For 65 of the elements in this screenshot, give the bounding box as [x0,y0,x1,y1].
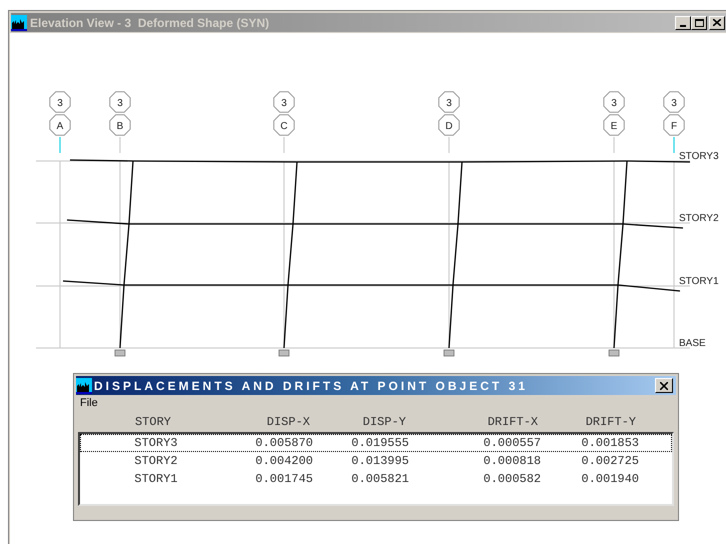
grid-bubble [438,114,460,136]
table-row[interactable]: STORY2 0.004200 0.013995 0.000818 0.002725 [80,452,672,470]
close-icon [713,19,721,26]
grid-bubble [273,91,295,113]
grid-bubble-label: F [670,121,678,132]
window-title: Elevation View - 3 Deformed Shape (SYN) [30,14,270,32]
story-label: BASE [679,338,706,349]
story-label: STORY2 [679,213,719,224]
story-label: STORY1 [679,276,719,287]
table-cell-text: 0.005821 [350,471,409,488]
table-row[interactable]: STORY1 0.001745 0.005821 0.000582 0.001940 [80,470,672,488]
table-cell-text: 0.013995 [350,453,409,470]
grid-bubble-number: 3 [611,98,617,109]
menu-item[interactable]: File [80,395,98,412]
grid-bubble-number: 3 [117,98,123,109]
grid-bubble [273,114,295,136]
table-cell-text: STORY3 [133,435,179,452]
column-header: DRIFT-Y [584,414,636,431]
table-cell-text: 0.002725 [580,453,639,470]
grid-bubble-label: E [610,121,618,132]
table-row[interactable]: STORY3 0.005870 0.019555 0.000557 0.001853 [80,434,672,452]
table-cell-text: 0.005870 [254,435,313,452]
minimize-icon [680,24,686,26]
grid-tick [448,136,450,154]
grid-bubble [438,91,460,113]
grid-bubble-number: 3 [281,98,287,109]
table-cell-text: 0.000582 [482,471,541,488]
grid-bubble [603,91,625,113]
close-button[interactable] [709,16,725,30]
story-label: STORY3 [679,151,719,162]
maximize-icon [694,18,704,26]
grid-bubble [663,114,685,136]
table-cell-text: 0.001853 [580,435,639,452]
table-cell-text: 0.000818 [482,453,541,470]
column-header: STORY [134,414,172,431]
close-button[interactable] [655,378,673,393]
grid-bubble [49,114,71,136]
app-logo-icon [11,14,27,30]
maximize-button[interactable] [691,16,707,30]
table-cell-text: STORY2 [133,453,179,470]
column-header: DISP-Y [362,414,406,431]
table-cell-text: 0.004200 [254,453,313,470]
grid-bubble-number: 3 [57,98,63,109]
grid-bubble [109,91,131,113]
grid-bubble [603,114,625,136]
grid-bubble-number: 3 [446,98,452,109]
dialog-title: DISPLACEMENTS AND DRIFTS AT POINT OBJECT 31 [94,378,528,394]
grid-bubble [663,91,685,113]
app-logo-icon [76,378,92,394]
grid-bubble-number: 3 [671,98,677,109]
grid-bubble-label: D [445,121,453,132]
grid-bubble-label: B [116,121,124,132]
grid-bubble-label: C [280,121,288,132]
column-header: DISP-X [266,414,310,431]
table-cell-text: STORY1 [133,471,179,488]
minimize-button[interactable] [675,16,691,30]
table-cell-text: 0.019555 [350,435,409,452]
table-cell-text: 0.001940 [580,471,639,488]
column-header: DRIFT-X [486,414,538,431]
grid-bubble [109,114,131,136]
table-cell-text: 0.000557 [482,435,541,452]
grid-bubble-label: A [56,121,64,132]
table-cell-text: 0.001745 [254,471,313,488]
grid-bubble [49,91,71,113]
close-icon [660,382,668,390]
